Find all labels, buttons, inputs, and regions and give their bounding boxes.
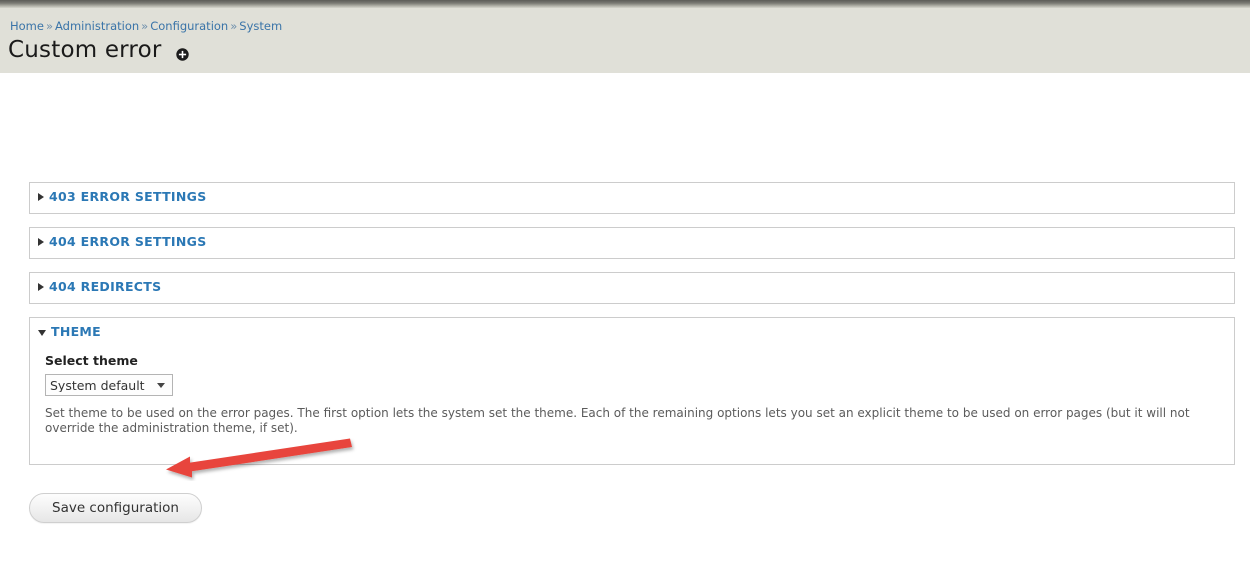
fieldset-legend-label: 404 error settings bbox=[49, 234, 207, 249]
breadcrumb-item-system[interactable]: System bbox=[239, 19, 282, 33]
fieldset-legend-404-redirects[interactable]: 404 redirects bbox=[38, 279, 161, 294]
triangle-down-icon bbox=[38, 329, 46, 336]
triangle-right-icon bbox=[38, 237, 44, 246]
main-content: 403 error settings 404 error settings 40… bbox=[0, 73, 1250, 587]
fieldset-legend-label: 403 error settings bbox=[49, 189, 207, 204]
breadcrumb-item-home[interactable]: Home bbox=[10, 19, 44, 33]
save-configuration-button[interactable]: Save configuration bbox=[29, 493, 202, 523]
fieldset-legend-theme[interactable]: Theme bbox=[38, 324, 101, 339]
fieldset-legend-label: 404 redirects bbox=[49, 279, 162, 294]
breadcrumb-separator: » bbox=[141, 19, 149, 33]
admin-toolbar-strip bbox=[0, 0, 1250, 8]
theme-select-dropdown[interactable]: System default bbox=[45, 374, 173, 396]
breadcrumb: Home» Administration» Configuration» System bbox=[10, 19, 282, 33]
triangle-right-icon bbox=[38, 192, 44, 201]
breadcrumb-separator: » bbox=[45, 19, 54, 33]
fieldset-legend-403-error-settings[interactable]: 403 error settings bbox=[38, 189, 207, 204]
breadcrumb-item-administration[interactable]: Administration bbox=[55, 19, 139, 33]
fieldset-404-redirects[interactable]: 404 redirects bbox=[29, 272, 1235, 304]
custom-error-settings-form: 403 error settings 404 error settings 40… bbox=[29, 182, 1235, 478]
breadcrumb-item-configuration[interactable]: Configuration bbox=[150, 19, 228, 33]
breadcrumb-separator: » bbox=[230, 19, 238, 33]
fieldset-legend-404-error-settings[interactable]: 404 error settings bbox=[38, 234, 207, 249]
theme-select-wrapper: System default bbox=[45, 374, 173, 396]
page-title-row: Custom error bbox=[8, 36, 189, 64]
page-header: Home» Administration» Configuration» System… bbox=[0, 8, 1250, 73]
fieldset-404-error-settings[interactable]: 404 error settings bbox=[29, 227, 1235, 259]
fieldset-theme[interactable]: Theme Select theme System default Set th… bbox=[29, 317, 1235, 465]
page-title: Custom error bbox=[8, 37, 162, 63]
theme-description: Set theme to be used on the error pages.… bbox=[45, 406, 1190, 435]
fieldset-403-error-settings[interactable]: 403 error settings bbox=[29, 182, 1235, 214]
add-circle-icon[interactable] bbox=[175, 46, 189, 61]
theme-fieldset-body: Select theme System default Set theme to… bbox=[45, 353, 1219, 436]
fieldset-legend-label: Theme bbox=[51, 324, 102, 339]
triangle-right-icon bbox=[38, 282, 44, 291]
form-actions: Save configuration bbox=[29, 493, 202, 523]
select-theme-label: Select theme bbox=[45, 353, 138, 368]
